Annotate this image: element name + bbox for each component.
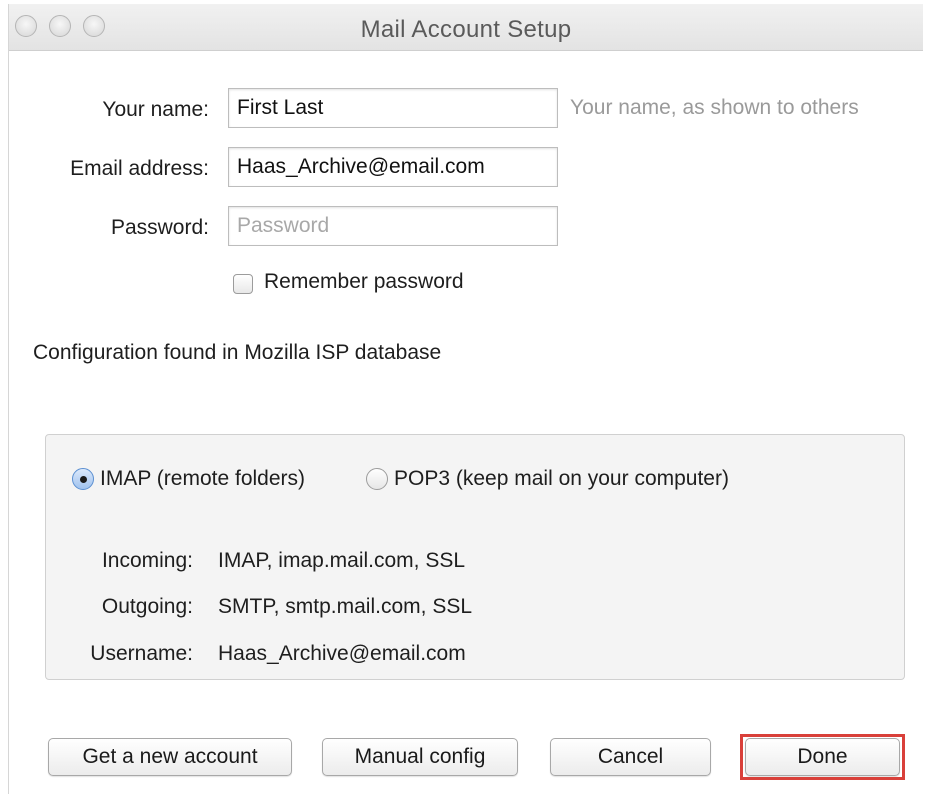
remember-password-label: Remember password	[264, 270, 464, 293]
incoming-value: IMAP, imap.mail.com, SSL	[218, 549, 466, 572]
username-label: Username:	[90, 642, 193, 665]
radio-selected-dot-icon	[80, 476, 87, 483]
pop3-radio-label[interactable]: POP3 (keep mail on your computer)	[394, 467, 729, 491]
email-address-input[interactable]	[228, 147, 558, 187]
your-name-hint: Your name, as shown to others	[570, 96, 859, 119]
your-name-label: Your name:	[102, 98, 209, 121]
your-name-input[interactable]	[228, 88, 558, 128]
imap-radio[interactable]	[72, 468, 94, 490]
cancel-button[interactable]: Cancel	[550, 738, 711, 776]
password-label: Password:	[110, 216, 209, 239]
manual-config-button[interactable]: Manual config	[322, 738, 518, 776]
username-value: Haas_Archive@email.com	[218, 642, 466, 665]
configuration-status-text: Configuration found in Mozilla ISP datab…	[33, 341, 442, 364]
outgoing-value: SMTP, smtp.mail.com, SSL	[218, 595, 473, 618]
incoming-label: Incoming:	[101, 549, 193, 572]
imap-radio-label[interactable]: IMAP (remote folders)	[100, 467, 305, 491]
pop3-radio[interactable]	[366, 468, 388, 490]
window-title: Mail Account Setup	[360, 16, 572, 43]
server-settings-panel: IMAP (remote folders) POP3 (keep mail on…	[45, 434, 905, 680]
titlebar: Mail Account Setup	[9, 4, 923, 51]
get-new-account-button[interactable]: Get a new account	[48, 738, 292, 776]
outgoing-label: Outgoing:	[101, 595, 193, 618]
remember-password-checkbox[interactable]	[233, 274, 253, 294]
mail-account-setup-window: Mail Account Setup Your name: Your name,…	[8, 4, 923, 794]
email-address-label: Email address:	[70, 157, 209, 180]
done-button-highlight	[740, 734, 905, 780]
password-input[interactable]	[228, 206, 558, 246]
